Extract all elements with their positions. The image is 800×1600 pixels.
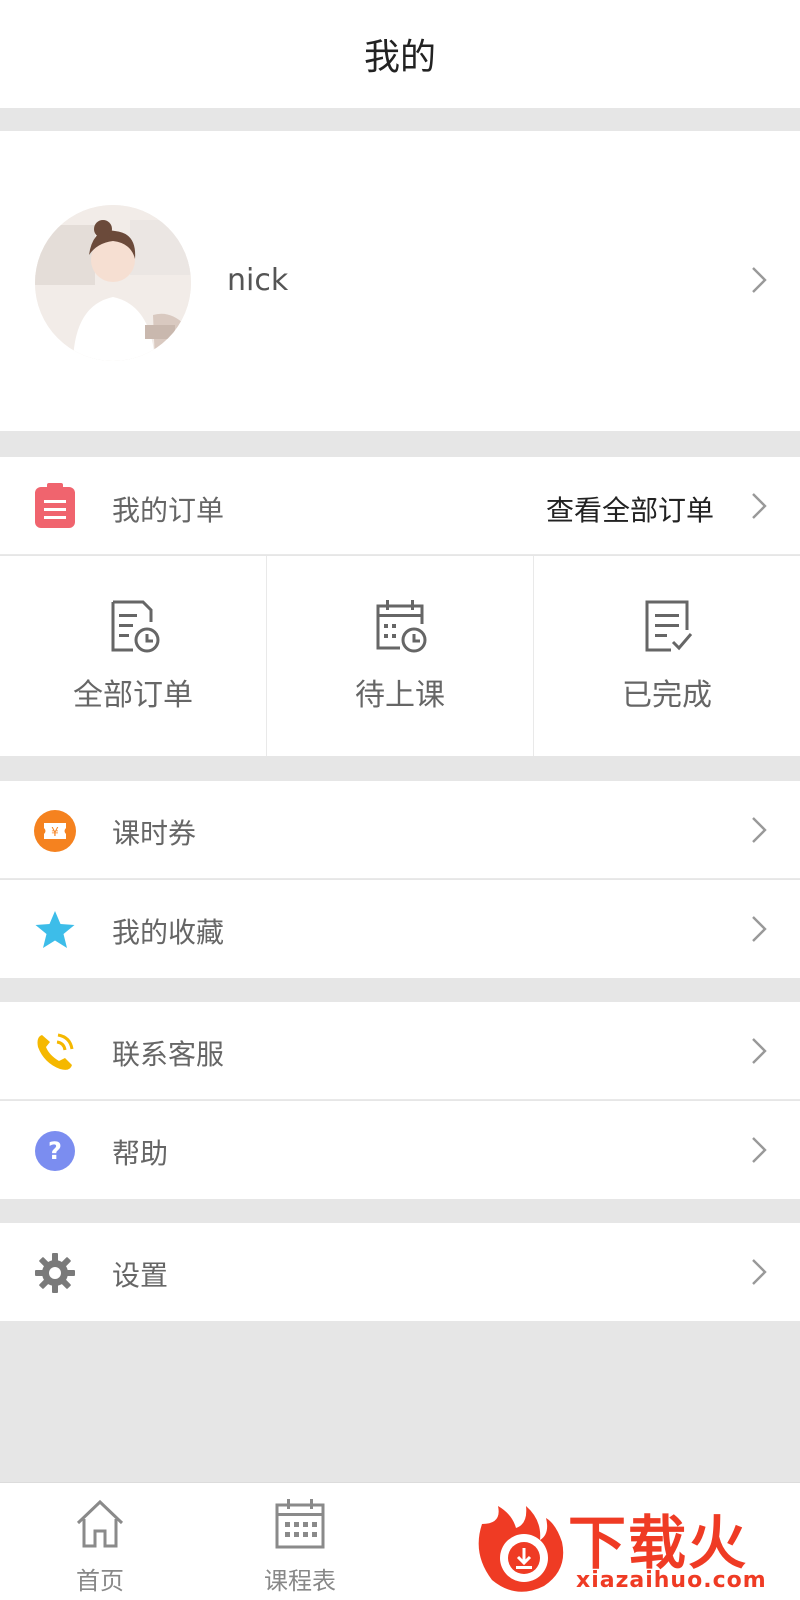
- profile-card[interactable]: nick: [0, 131, 800, 431]
- menu-item-contact-service[interactable]: 联系客服: [0, 1002, 800, 1100]
- order-list-clock-icon: [103, 596, 163, 656]
- clipboard-icon: [34, 483, 76, 529]
- my-orders-label: 我的订单: [112, 494, 225, 527]
- order-status-completed[interactable]: 已完成: [534, 556, 800, 756]
- chevron-right-icon: [750, 914, 768, 944]
- menu-item-help[interactable]: ? 帮助: [0, 1101, 800, 1199]
- order-status-grid: 全部订单 待上课 已完成: [0, 556, 800, 756]
- gear-icon: [34, 1252, 76, 1294]
- order-status-label: 全部订单: [73, 678, 193, 713]
- tab-label: 首页: [76, 1567, 124, 1595]
- coupon-icon: ¥: [34, 810, 76, 852]
- chevron-right-icon: [750, 815, 768, 845]
- flame-logo-icon: [478, 1506, 564, 1592]
- menu-item-label: 我的收藏: [112, 916, 225, 949]
- watermark-url: xiazaihuo.com: [576, 1568, 767, 1593]
- svg-text:?: ?: [48, 1137, 62, 1165]
- chevron-right-icon: [750, 1135, 768, 1165]
- menu-item-label: 联系客服: [112, 1038, 225, 1071]
- order-status-pending[interactable]: 待上课: [267, 556, 534, 756]
- home-icon: [73, 1497, 127, 1551]
- tab-home[interactable]: 首页: [40, 1483, 160, 1600]
- calendar-clock-icon: [370, 596, 430, 656]
- menu-item-label: 帮助: [112, 1137, 169, 1170]
- view-all-orders-link[interactable]: 查看全部订单: [546, 489, 714, 529]
- chevron-right-icon: [750, 265, 768, 295]
- menu-item-label: 课时券: [112, 817, 197, 850]
- menu-item-favorites[interactable]: 我的收藏: [0, 880, 800, 978]
- watermark-logo: 下载火 xiazaihuo.com: [472, 1494, 792, 1598]
- calendar-icon: [273, 1497, 327, 1551]
- menu-item-coupons[interactable]: ¥ 课时券: [0, 781, 800, 879]
- page-header: 我的: [0, 0, 800, 108]
- menu-item-settings[interactable]: 设置: [0, 1223, 800, 1321]
- document-check-icon: [637, 596, 697, 656]
- order-status-all[interactable]: 全部订单: [0, 556, 267, 756]
- tab-schedule[interactable]: 课程表: [240, 1483, 360, 1600]
- avatar[interactable]: [35, 205, 191, 361]
- chevron-right-icon: [750, 491, 768, 521]
- menu-item-label: 设置: [112, 1259, 169, 1292]
- phone-icon: [34, 1031, 76, 1073]
- page-title: 我的: [363, 37, 436, 78]
- order-status-label: 已完成: [622, 678, 712, 713]
- my-orders-row[interactable]: 我的订单 查看全部订单: [0, 457, 800, 555]
- svg-text:¥: ¥: [51, 825, 59, 839]
- chevron-right-icon: [750, 1257, 768, 1287]
- help-icon: ?: [34, 1130, 76, 1172]
- star-icon: [34, 909, 76, 951]
- order-status-label: 待上课: [355, 678, 445, 713]
- chevron-right-icon: [750, 1036, 768, 1066]
- profile-name: nick: [227, 263, 289, 298]
- tab-label: 课程表: [264, 1567, 336, 1595]
